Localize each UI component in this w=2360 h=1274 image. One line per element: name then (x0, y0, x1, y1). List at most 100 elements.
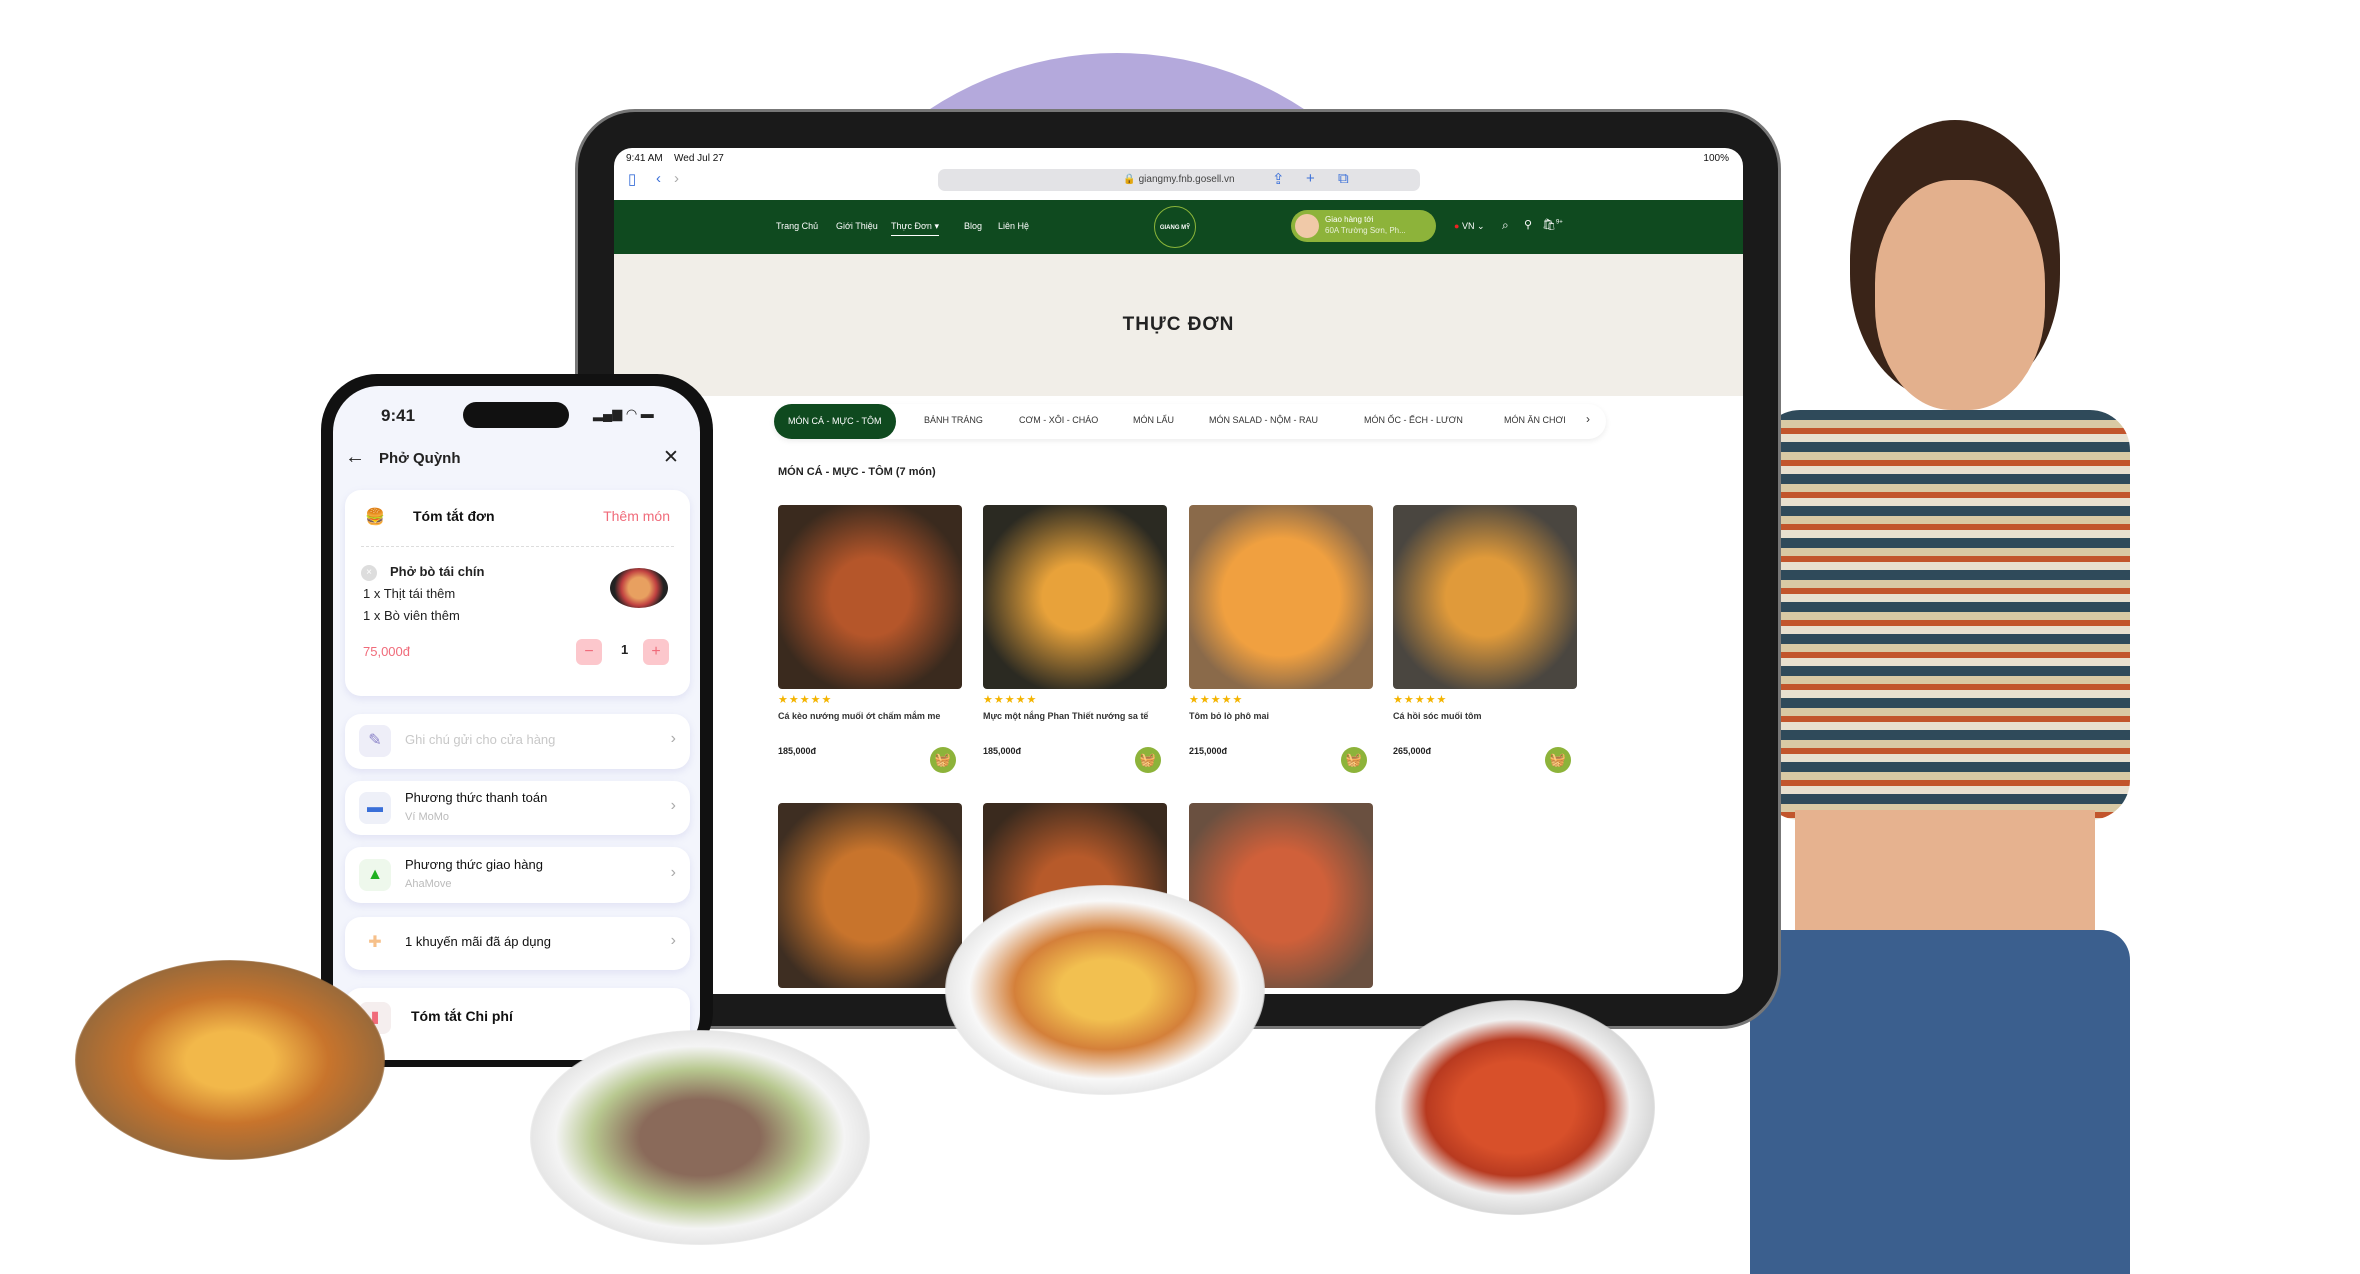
add-to-cart-button[interactable]: 🧺 (1341, 747, 1367, 773)
tabs-next-icon[interactable]: › (1586, 412, 1590, 426)
new-tab-icon[interactable]: + (1306, 170, 1315, 187)
product-name: Tôm bỏ lò phô mai (1189, 711, 1269, 721)
nav-blog[interactable]: Blog (964, 221, 982, 231)
back-icon[interactable]: ‹ (656, 170, 661, 187)
delivery-icon: ▲ (359, 859, 391, 891)
back-arrow-icon[interactable]: ← (345, 446, 365, 469)
status-battery: 100% (1703, 153, 1729, 164)
delivery-value: AhaMove (405, 878, 452, 890)
product-card[interactable]: ★★★★★ Cá hồi sóc muối tôm 265,000đ 🧺 (1393, 505, 1577, 773)
tab-mon-lau[interactable]: MÓN LẨU (1133, 415, 1174, 425)
remove-item-icon[interactable]: × (361, 565, 377, 581)
search-icon[interactable]: ⌕ (1502, 218, 1509, 233)
cost-summary-title: Tóm tắt Chi phí (411, 1008, 513, 1024)
rating-stars: ★★★★★ (778, 694, 833, 706)
language-selector[interactable]: ● VN ⌄ (1454, 221, 1485, 232)
status-time: 9:41 AM (626, 153, 663, 164)
grilled-chicken-plate-image (945, 885, 1265, 1095)
store-note-field[interactable]: ✎ Ghi chú gửi cho cửa hàng › (345, 714, 690, 769)
delivery-method-row[interactable]: ▲ Phương thức giao hàng AhaMove › (345, 847, 690, 903)
payment-title: Phương thức thanh toán (405, 790, 548, 805)
order-summary-card: 🍔 Tóm tắt đơn Thêm món × Phở bò tái chín… (345, 490, 690, 696)
item-name: Phở bò tái chín (390, 564, 485, 579)
summary-title: Tóm tắt đơn (413, 508, 495, 524)
product-card[interactable]: ★★★★★ Cá kèo nướng muối ớt chấm mắm me 1… (778, 505, 962, 773)
increase-quantity-button[interactable]: + (643, 639, 669, 665)
item-option: 1 x Bò viên thêm (363, 608, 460, 623)
nav-home[interactable]: Trang Chủ (776, 221, 818, 231)
nav-about[interactable]: Giới Thiệu (836, 221, 878, 231)
chevron-right-icon: › (670, 730, 676, 747)
divider (361, 546, 674, 547)
fried-chicken-plate-image (75, 960, 385, 1160)
lock-icon: 🔒 (1123, 174, 1136, 185)
product-card[interactable]: ★★★★★ Tôm bỏ lò phô mai 215,000đ 🧺 (1189, 505, 1373, 773)
nav-contact[interactable]: Liên Hệ (998, 221, 1029, 231)
decrease-quantity-button[interactable]: − (576, 639, 602, 665)
item-option: 1 x Thịt tái thêm (363, 586, 456, 601)
dynamic-island (463, 402, 569, 428)
product-card[interactable]: ★★★★★ Mực một nắng Phan Thiết nướng sa t… (983, 505, 1167, 773)
store-title: Phở Quỳnh (379, 450, 461, 467)
nav-menu[interactable]: Thực Đơn ▾ (891, 221, 939, 236)
site-nav: Trang Chủ Giới Thiệu Thực Đơn ▾ Blog Liê… (614, 200, 1743, 254)
food-icon: 🍔 (365, 509, 385, 526)
tab-an-choi[interactable]: MÓN ĂN CHƠI (1504, 415, 1566, 425)
chevron-right-icon: › (670, 864, 676, 881)
tab-salad[interactable]: MÓN SALAD - NỘM - RAU (1209, 415, 1318, 425)
product-image (1189, 505, 1373, 689)
page-title: THỰC ĐƠN (614, 254, 1743, 396)
delivery-avatar (1295, 214, 1319, 238)
add-to-cart-button[interactable]: 🧺 (1545, 747, 1571, 773)
promotion-row[interactable]: ✚ 1 khuyến mãi đã áp dụng › (345, 917, 690, 970)
status-date: Wed Jul 27 (674, 153, 724, 164)
signal-wifi-battery-icon: ▂▄▆ ◠ ▬ (593, 406, 654, 421)
cart-icon[interactable]: 🛍9+ (1542, 218, 1563, 231)
add-more-link[interactable]: Thêm món (603, 508, 670, 524)
category-tabs: MÓN CÁ - MỰC - TÔM BÁNH TRÁNG CƠM - XÔI … (774, 404, 1606, 439)
card-icon: ▬ (359, 792, 391, 824)
rating-stars: ★★★★★ (1189, 694, 1244, 706)
product-image (1393, 505, 1577, 689)
tablet-screen: 9:41 AM Wed Jul 27 100% ▯ ‹ › 🔒 giangmy.… (614, 148, 1743, 994)
product-name: Cá kèo nướng muối ớt chấm mắm me (778, 711, 941, 721)
sidebar-icon[interactable]: ▯ (628, 170, 636, 188)
item-image (610, 568, 668, 608)
tab-ca-muc-tom[interactable]: MÓN CÁ - MỰC - TÔM (774, 404, 896, 439)
section-title: MÓN CÁ - MỰC - TÔM (7 món) (778, 466, 936, 478)
delivery-title: Phương thức giao hàng (405, 857, 543, 872)
soup-bowl-image (1375, 1000, 1655, 1215)
promotion-text: 1 khuyến mãi đã áp dụng (405, 934, 551, 949)
delivery-address-selector[interactable]: Giao hàng tới 60A Trường Sơn, Ph... (1291, 210, 1436, 242)
chevron-right-icon: › (670, 932, 676, 949)
voucher-icon: ✚ (368, 934, 382, 951)
pencil-icon: ✎ (359, 725, 391, 757)
tabs-icon[interactable]: ⧉ (1338, 170, 1349, 187)
item-price: 75,000đ (363, 644, 410, 659)
product-image (778, 505, 962, 689)
forward-icon[interactable]: › (674, 170, 679, 187)
close-icon[interactable]: ✕ (663, 446, 679, 469)
pho-bowl-image (530, 1030, 870, 1245)
tab-oc-ech-luon[interactable]: MÓN ỐC - ẾCH - LƯƠN (1364, 415, 1463, 425)
chevron-right-icon: › (670, 797, 676, 814)
rating-stars: ★★★★★ (1393, 694, 1448, 706)
payment-method-row[interactable]: ▬ Phương thức thanh toán Ví MoMo › (345, 781, 690, 835)
user-icon[interactable]: ⚲ (1524, 218, 1532, 231)
product-image[interactable] (778, 803, 962, 988)
add-to-cart-button[interactable]: 🧺 (930, 747, 956, 773)
quantity-value: 1 (621, 642, 629, 657)
rating-stars: ★★★★★ (983, 694, 1038, 706)
share-icon[interactable]: ⇪ (1272, 170, 1285, 188)
add-to-cart-button[interactable]: 🧺 (1135, 747, 1161, 773)
url-text: giangmy.fnb.gosell.vn (1138, 174, 1235, 185)
product-name: Mực một nắng Phan Thiết nướng sa tế (983, 711, 1149, 721)
product-image (983, 505, 1167, 689)
tab-banh-trang[interactable]: BÁNH TRÁNG (924, 415, 983, 425)
product-name: Cá hồi sóc muối tôm (1393, 711, 1482, 721)
phone-status-time: 9:41 (381, 406, 416, 425)
phone-screen: 9:41 ▂▄▆ ◠ ▬ ← Phở Quỳnh ✕ 🍔 Tóm tắt đơn… (333, 386, 700, 1060)
tab-com-xoi-chao[interactable]: CƠM - XÔI - CHÁO (1019, 415, 1098, 425)
brand-logo[interactable]: GIANG MỸ (1154, 206, 1196, 248)
note-placeholder: Ghi chú gửi cho cửa hàng (405, 732, 556, 747)
